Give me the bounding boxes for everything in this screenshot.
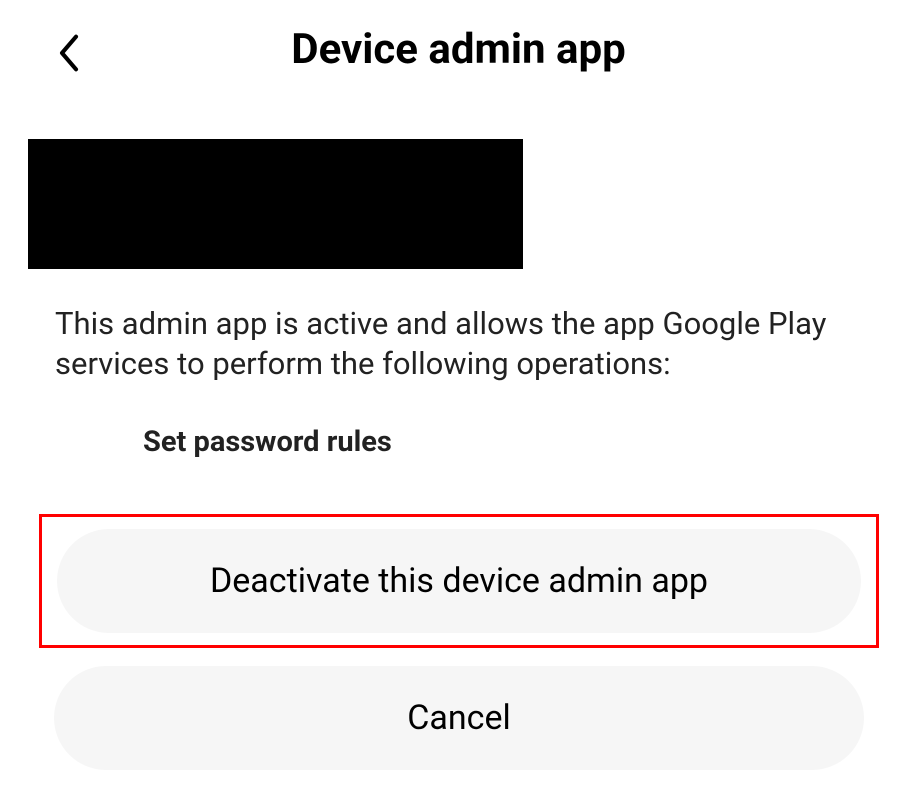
operation-item: Set password rules — [0, 385, 912, 459]
redacted-app-info — [28, 139, 523, 269]
back-icon[interactable] — [55, 32, 83, 78]
deactivate-button[interactable]: Deactivate this device admin app — [57, 529, 861, 633]
cancel-wrapper: Cancel — [54, 666, 864, 770]
page-header: Device admin app — [0, 0, 912, 94]
highlight-annotation: Deactivate this device admin app — [39, 514, 879, 648]
admin-description: This admin app is active and allows the … — [0, 269, 912, 385]
cancel-button[interactable]: Cancel — [54, 666, 864, 770]
page-title: Device admin app — [55, 25, 862, 74]
